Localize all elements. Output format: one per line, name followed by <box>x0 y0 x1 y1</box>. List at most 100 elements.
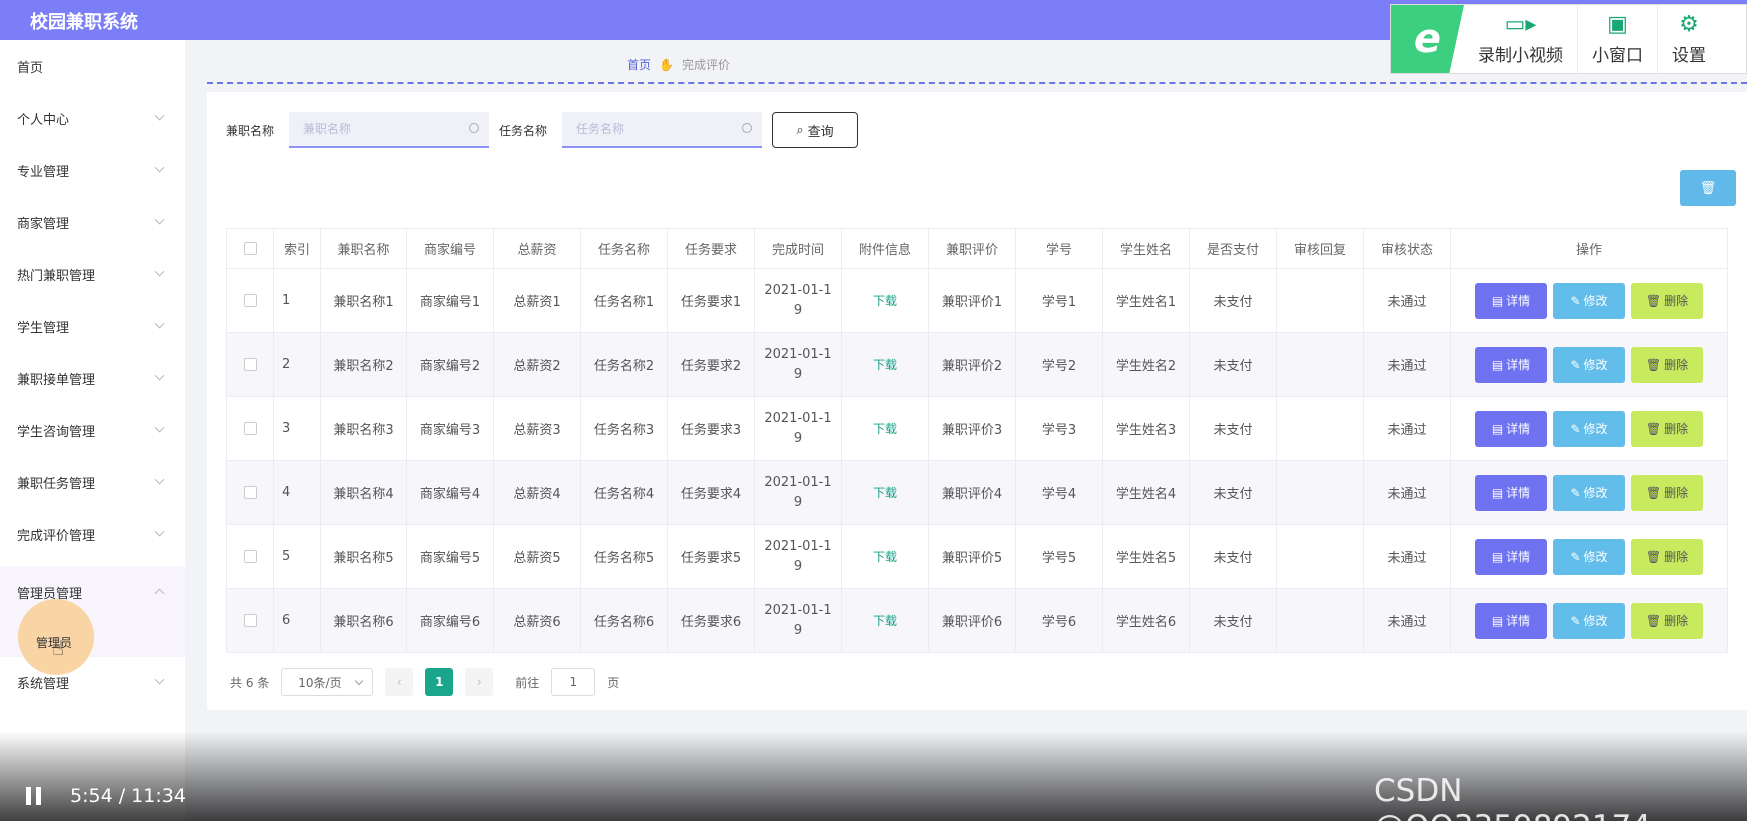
edit-button[interactable]: ✎ 修改 <box>1553 538 1625 575</box>
table-cell: 未通过 <box>1363 524 1451 589</box>
actions-cell: ▤ 详情 ✎ 修改 🗑 删除 <box>1450 524 1728 589</box>
table-cell: 任务名称6 <box>580 588 668 653</box>
table-cell: 下载 <box>841 332 929 397</box>
table-cell: 任务名称3 <box>580 396 668 461</box>
download-link[interactable]: 下载 <box>873 614 897 628</box>
download-link[interactable]: 下载 <box>873 550 897 564</box>
search-job-name-input[interactable] <box>289 112 489 146</box>
hand-cursor-icon: ☝ <box>52 636 65 660</box>
detail-button[interactable]: ▤ 详情 <box>1475 602 1547 639</box>
mini-window-button[interactable]: ▣ 小窗口 <box>1578 5 1658 73</box>
record-video-button[interactable]: ▭▸ 录制小视频 <box>1464 5 1578 73</box>
table-cell: 兼职名称2 <box>320 332 407 397</box>
select-all-checkbox[interactable] <box>243 242 257 255</box>
sidebar-item[interactable]: 兼职任务管理 <box>0 456 185 508</box>
table-cell: 未通过 <box>1363 396 1451 461</box>
prev-page-button[interactable]: ‹ <box>385 668 414 696</box>
table-cell: 2021-01-19 <box>754 524 842 589</box>
goto-prefix: 前往 <box>515 675 540 690</box>
document-icon: ▤ <box>1491 613 1504 628</box>
column-header: 学号 <box>1015 228 1103 269</box>
page-number-current[interactable]: 1 <box>425 668 454 696</box>
goto-page-input[interactable]: 1 <box>551 668 596 696</box>
pause-icon[interactable] <box>26 787 42 805</box>
batch-delete-button[interactable]: 🗑 <box>1680 170 1736 206</box>
sidebar-item[interactable]: 商家管理 <box>0 196 185 248</box>
table-cell: 未通过 <box>1363 588 1451 653</box>
column-header: 商家编号 <box>406 228 494 269</box>
row-checkbox[interactable] <box>243 614 257 627</box>
sidebar-item[interactable]: 系统管理 <box>0 656 185 708</box>
table-cell: 兼职评价1 <box>928 268 1016 333</box>
query-button[interactable]: ⌕ 查询 <box>772 112 858 148</box>
cell-text: 任务要求1 <box>680 295 742 310</box>
download-link[interactable]: 下载 <box>873 358 897 372</box>
detail-button[interactable]: ▤ 详情 <box>1475 346 1547 383</box>
edit-button[interactable]: ✎ 修改 <box>1553 602 1625 639</box>
search-icon <box>469 123 479 133</box>
detail-button[interactable]: ▤ 详情 <box>1475 538 1547 575</box>
delete-button[interactable]: 🗑 删除 <box>1631 538 1703 575</box>
table-cell: 下载 <box>841 524 929 589</box>
detail-button[interactable]: ▤ 详情 <box>1475 410 1547 447</box>
settings-button[interactable]: ⚙ 设置 <box>1658 5 1720 73</box>
table-cell: 总薪资1 <box>493 268 581 333</box>
delete-button[interactable]: 🗑 删除 <box>1631 346 1703 383</box>
page-size-select[interactable]: 10条/页 <box>281 668 374 696</box>
table-cell: 2021-01-19 <box>754 268 842 333</box>
trash-icon: 🗑 <box>1645 485 1662 500</box>
goto-suffix: 页 <box>607 675 620 690</box>
breadcrumb: 首页 ✋ 完成评价 <box>627 56 730 73</box>
sidebar-item[interactable]: 完成评价管理 <box>0 508 185 560</box>
edit-button[interactable]: ✎ 修改 <box>1553 282 1625 319</box>
delete-button[interactable]: 🗑 删除 <box>1631 410 1703 447</box>
cell-text: 学生姓名6 <box>1115 615 1177 630</box>
search-task-name-input[interactable] <box>562 112 762 146</box>
delete-button[interactable]: 🗑 删除 <box>1631 474 1703 511</box>
sidebar-item[interactable]: 兼职接单管理 <box>0 352 185 404</box>
sidebar-item[interactable]: 专业管理 <box>0 144 185 196</box>
cell-text: 2021-01-19 <box>764 602 832 638</box>
edit-button[interactable]: ✎ 修改 <box>1553 474 1625 511</box>
row-checkbox[interactable] <box>243 550 257 563</box>
chevron-down-icon <box>154 110 165 121</box>
pagination-total: 共 6 条 <box>230 675 270 690</box>
breadcrumb-home[interactable]: 首页 <box>627 56 651 73</box>
download-link[interactable]: 下载 <box>873 422 897 436</box>
cell-text: 3 <box>282 421 291 436</box>
sidebar-item[interactable]: 学生管理 <box>0 300 185 352</box>
detail-button[interactable]: ▤ 详情 <box>1475 282 1547 319</box>
screen-recorder-toolbar: e ▭▸ 录制小视频 ▣ 小窗口 ⚙ 设置 <box>1390 4 1747 74</box>
table-cell: 未支付 <box>1189 524 1277 589</box>
sidebar-item[interactable]: 个人中心 <box>0 92 185 144</box>
table-cell: 任务要求2 <box>667 332 755 397</box>
delete-button[interactable]: 🗑 删除 <box>1631 602 1703 639</box>
sidebar-item[interactable]: 首页 <box>0 40 185 92</box>
actions-cell: ▤ 详情 ✎ 修改 🗑 删除 <box>1450 588 1728 653</box>
trash-icon: 🗑 <box>1645 613 1662 628</box>
search-label-task-name: 任务名称 <box>499 124 548 138</box>
row-checkbox[interactable] <box>243 486 257 499</box>
download-link[interactable]: 下载 <box>873 294 897 308</box>
row-checkbox[interactable] <box>243 422 257 435</box>
delete-button[interactable]: 🗑 删除 <box>1631 282 1703 319</box>
table-row: 3 兼职名称3 商家编号3 总薪资3 任务名称3 任务要求3 2021-01-19 下载 兼职评… <box>226 396 1728 461</box>
chevron-down-icon <box>154 162 165 173</box>
table-cell: 未通过 <box>1363 268 1451 333</box>
row-checkbox[interactable] <box>243 358 257 371</box>
row-checkbox[interactable] <box>243 294 257 307</box>
sidebar-item[interactable]: 热门兼职管理 <box>0 248 185 300</box>
table-cell: 学生姓名2 <box>1102 332 1190 397</box>
data-table: 索引 兼职名称 商家编号 总薪资 任务名称 任务要求 完成时间 附件信息 兼职评价 学号 学生姓名是… <box>226 228 1728 653</box>
edit-button[interactable]: ✎ 修改 <box>1553 346 1625 383</box>
detail-button[interactable]: ▤ 详情 <box>1475 474 1547 511</box>
edit-button[interactable]: ✎ 修改 <box>1553 410 1625 447</box>
actions-cell: ▤ 详情 ✎ 修改 🗑 删除 <box>1450 332 1728 397</box>
next-page-button[interactable]: › <box>465 668 494 696</box>
sidebar-item[interactable]: 学生咨询管理 <box>0 404 185 456</box>
table-cell: 3 <box>273 396 321 461</box>
breadcrumb-current: 完成评价 <box>681 58 730 72</box>
cell-text: 未通过 <box>1387 359 1427 374</box>
download-link[interactable]: 下载 <box>873 486 897 500</box>
table-cell: 任务要求5 <box>667 524 755 589</box>
